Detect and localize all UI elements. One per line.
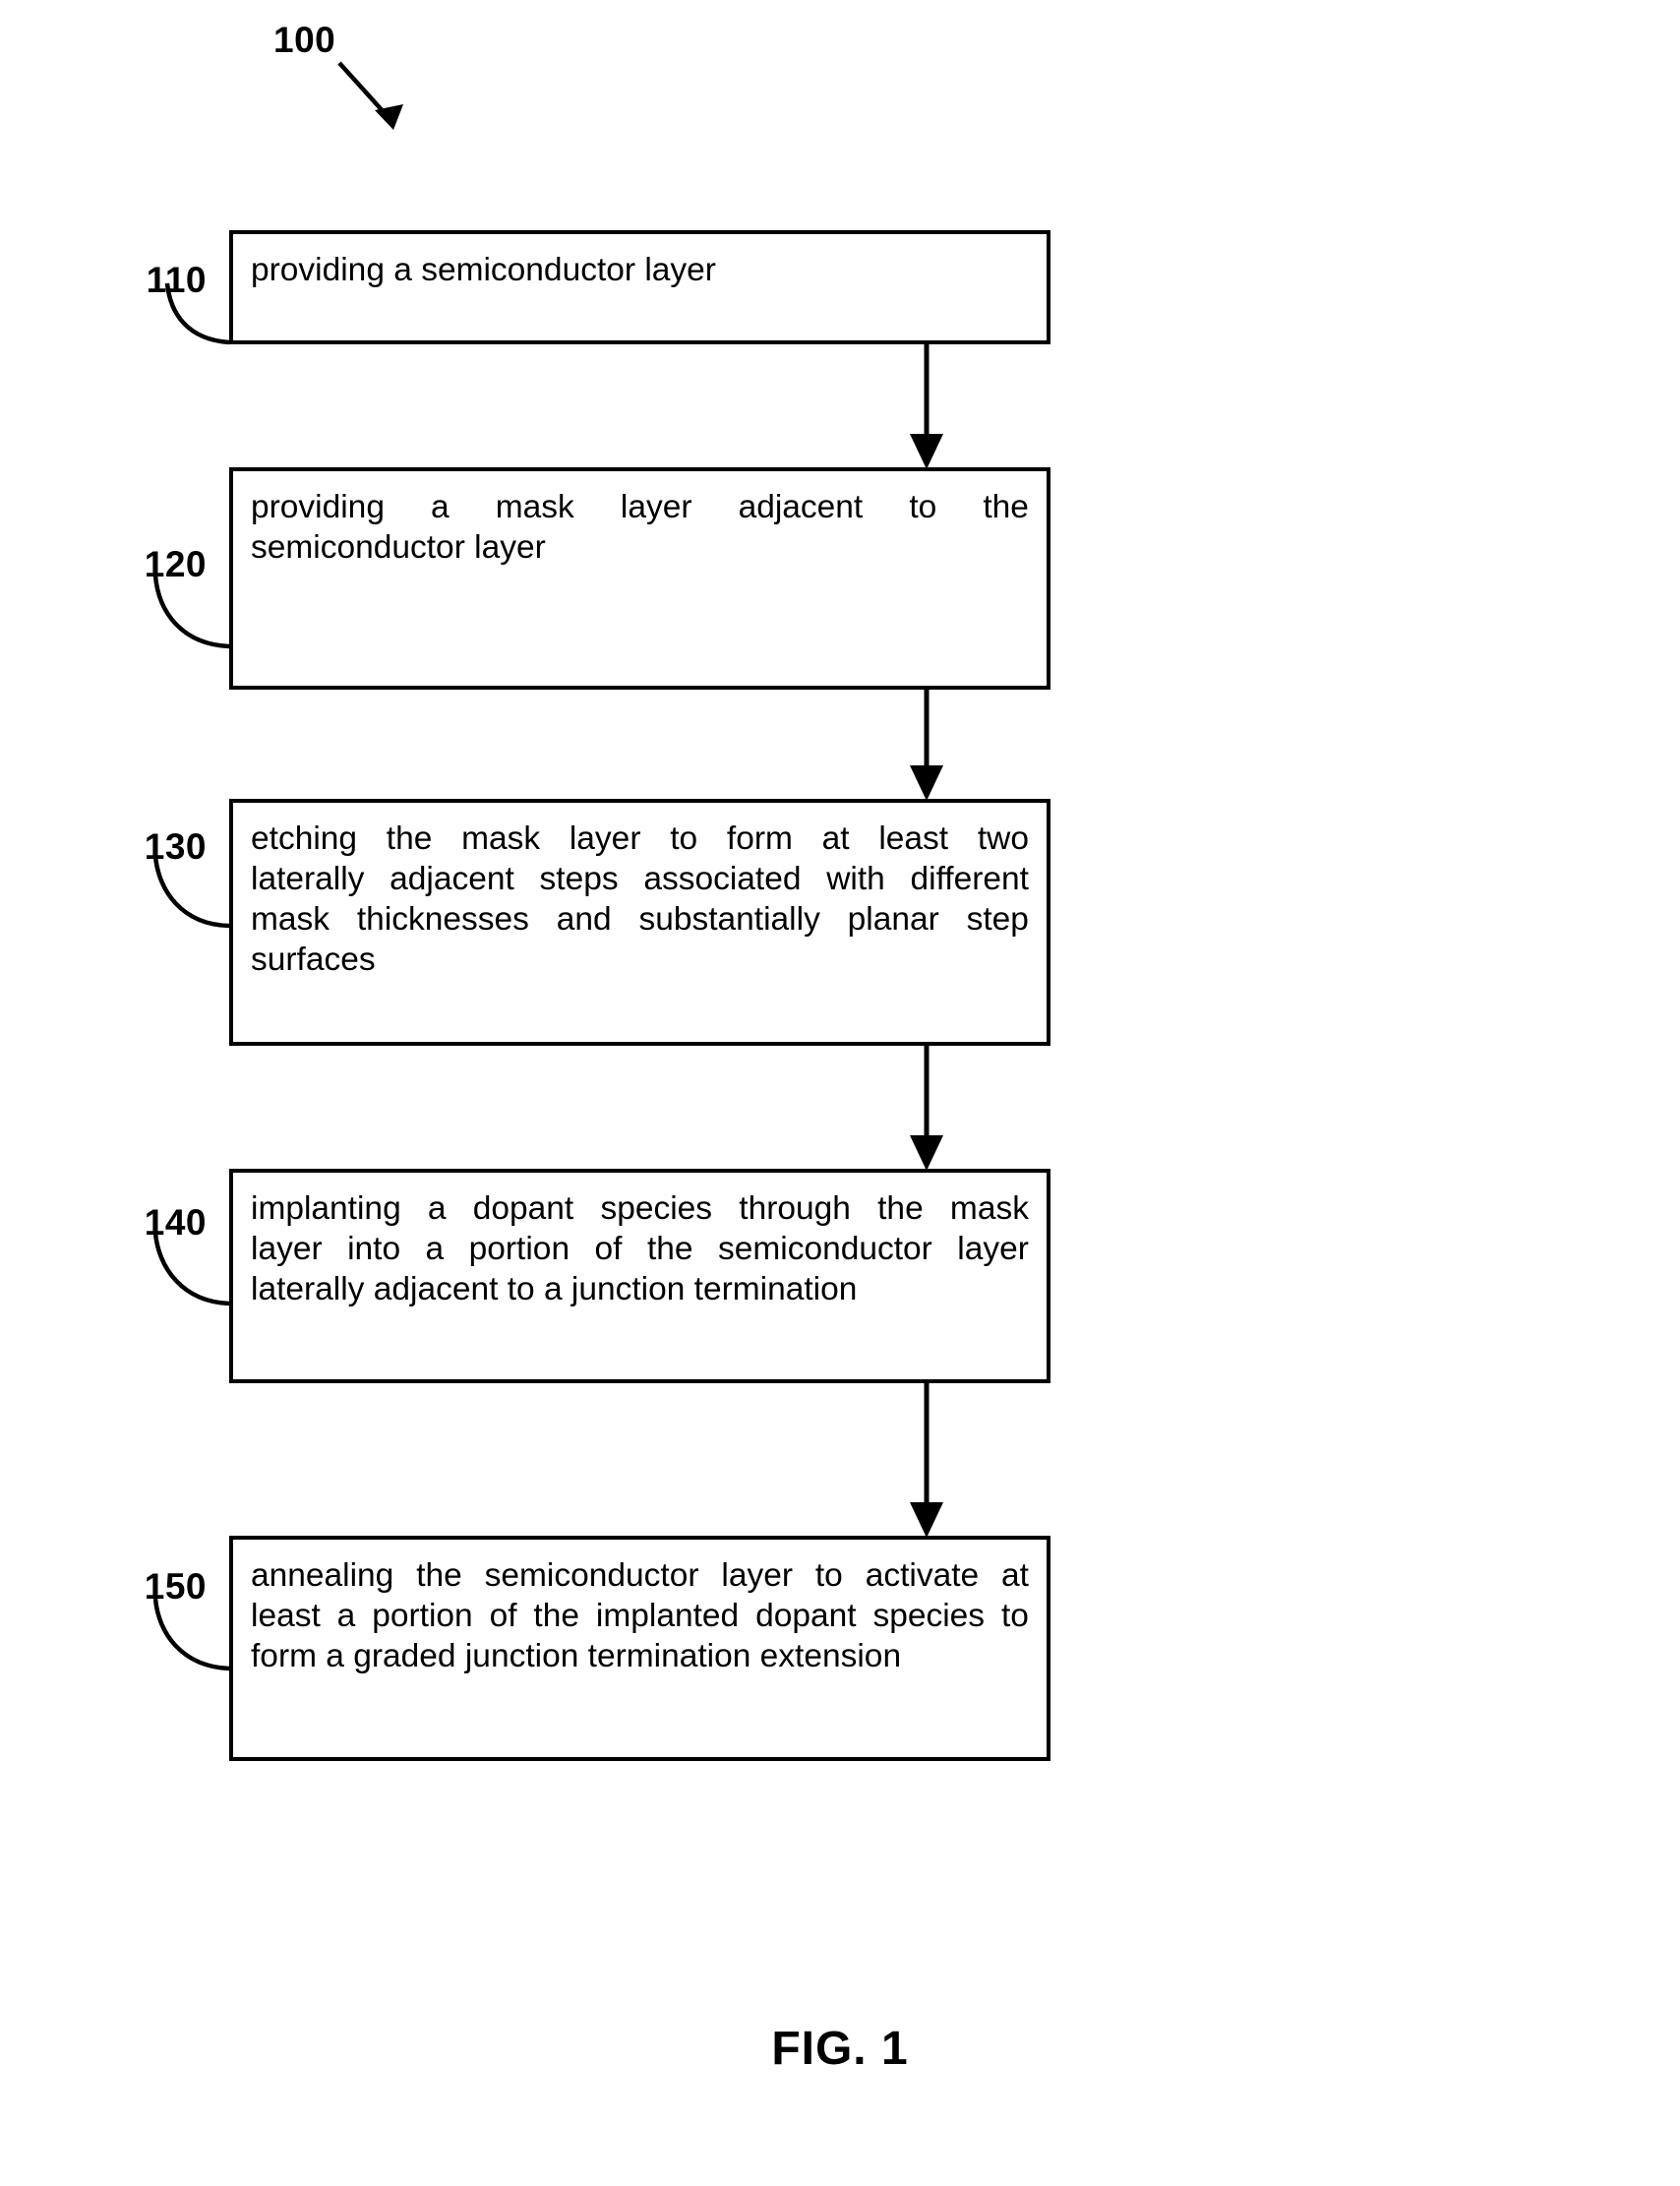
process-box-150-text: annealing the semiconductor layer to activate… [233,1540,1047,1690]
step-reference-130: 130 [144,826,207,867]
process-box-140-text: implanting a dopant species through the mask la… [233,1173,1047,1323]
figure-caption: FIG. 1 [771,2023,909,2075]
process-box-110-text: providing a semiconductor layer [233,234,1047,304]
step-reference-150: 150 [144,1566,207,1607]
process-text-line: annealing the semiconductor layer to activate… [251,1557,1029,1594]
step-reference-110: 110 [146,260,207,300]
process-text-line: least a portion of the implanted dopant species… [251,1598,1029,1634]
process-box-120-text: providing a mask layer adjacent to the semicond… [233,471,1047,581]
process-text-line: providing a semiconductor layer [251,252,716,288]
figure-reference-100: 100 [273,20,336,60]
figure-pointer-arrow [337,61,403,130]
process-text-line: semiconductor layer [251,529,546,566]
process-text-line: etching the mask layer to form at least two [251,820,1029,857]
connector-120-to-130 [910,690,943,801]
process-box-130: etching the mask layer to form at least two later… [229,799,1050,1046]
process-text-line: surfaces [251,941,376,978]
process-text-line: form a graded junction termination exten… [251,1638,902,1674]
process-text-line: laterally adjacent steps associated with diff… [251,861,1029,897]
process-text-line: implanting a dopant species through the mask [251,1190,1029,1227]
step-reference-120: 120 [144,544,207,584]
patent-figure-page: 100 110 120 130 140 150 providing a semi… [0,0,1680,2186]
process-box-110: providing a semiconductor layer [229,230,1050,344]
step-reference-140: 140 [144,1202,207,1243]
process-box-150: annealing the semiconductor layer to activate… [229,1536,1050,1761]
connector-130-to-140 [910,1046,943,1171]
connector-110-to-120 [910,344,943,469]
process-text-line: providing a mask layer adjacent to the [251,489,1029,525]
process-text-line: mask thicknesses and substantially planar ste… [251,901,1029,938]
leader-line-150 [152,1598,230,1671]
process-box-130-text: etching the mask layer to form at least two later… [233,803,1047,994]
process-text-line: laterally adjacent to a junction termina… [251,1271,858,1307]
process-box-140: implanting a dopant species through the mask la… [229,1169,1050,1383]
process-text-line: layer into a portion of the semiconductor layer [251,1231,1029,1267]
connector-140-to-150 [910,1383,943,1538]
process-box-120: providing a mask layer adjacent to the semicond… [229,467,1050,690]
leader-line-120 [152,575,230,649]
